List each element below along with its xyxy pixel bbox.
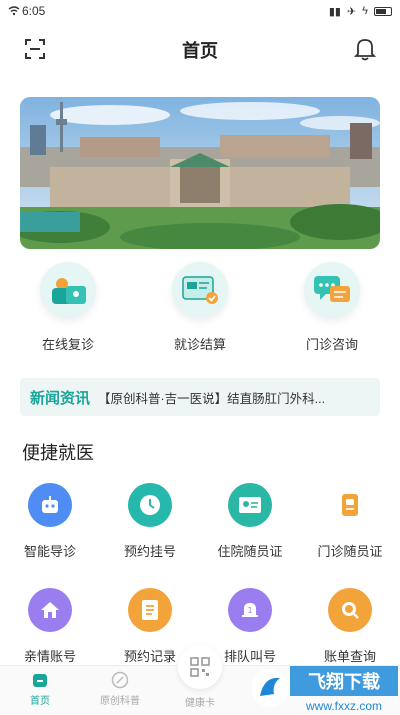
service-smart-triage[interactable]: 智能导诊	[0, 483, 100, 560]
tab-label: 首页	[30, 696, 50, 707]
bell-queue-icon: 1	[228, 588, 272, 632]
charge-icon: ϟ	[362, 5, 368, 17]
chat-bubble-icon	[304, 262, 360, 318]
news-tag: 新闻资讯	[30, 389, 91, 407]
news-ticker[interactable]: 新闻资讯 【原创科普·吉一医说】结直肠肛门外科...	[20, 378, 380, 416]
service-appointment[interactable]: 预约挂号	[100, 483, 200, 560]
tab-health-card[interactable]: 健康卡	[160, 692, 240, 709]
svg-text:1: 1	[247, 606, 252, 615]
quick-service-settlement[interactable]: 就诊结算	[145, 262, 255, 353]
quick-services: 在线复诊 就诊结算 门诊咨询	[0, 262, 400, 362]
service-label: 智能导诊	[23, 544, 76, 559]
video-consult-icon	[40, 262, 96, 318]
service-outpatient-escort-pass[interactable]: 门诊随员证	[300, 483, 400, 560]
news-headline[interactable]: 【原创科普·吉一医说】结直肠肛门外科...	[98, 388, 325, 407]
tab-label: 健康卡	[185, 698, 215, 709]
campus-aerial-photo	[20, 97, 380, 249]
quick-service-label: 在线复诊	[41, 337, 94, 352]
watermark-url: www.fxxz.com	[305, 699, 382, 713]
service-label: 亲情账号	[23, 649, 76, 664]
service-label: 预约记录	[123, 649, 176, 664]
service-inpatient-escort-pass[interactable]: 住院随员证	[200, 483, 300, 560]
qr-icon	[190, 657, 210, 677]
quick-service-online-revisit[interactable]: 在线复诊	[13, 262, 123, 353]
service-bill-inquiry[interactable]: 账单查询	[300, 588, 400, 665]
list-icon	[128, 588, 172, 632]
section-title: 便捷就医	[22, 443, 94, 463]
home-icon	[28, 588, 72, 632]
page-title: 首页	[182, 41, 218, 61]
watermark-title: 飞翔下载	[308, 671, 380, 692]
wifi-icon	[8, 6, 20, 16]
watermark: 飞翔下载 www.fxxz.com	[250, 658, 400, 715]
service-family-account[interactable]: 亲情账号	[0, 588, 100, 665]
status-right: ▮▮ ✈ ϟ	[329, 5, 392, 18]
health-card-button[interactable]	[178, 645, 222, 689]
status-time: 6:05	[22, 4, 46, 18]
status-bar: 6:05 ▮▮ ✈ ϟ	[0, 0, 400, 22]
status-left: 6:05	[8, 4, 45, 18]
tab-label: 原创科普	[100, 696, 140, 707]
home-tab-icon	[33, 674, 47, 687]
service-label: 住院随员证	[217, 544, 283, 559]
quick-service-outpatient-consult[interactable]: 门诊咨询	[277, 262, 387, 353]
airplane-icon: ✈	[346, 5, 357, 18]
quick-service-label: 门诊咨询	[305, 337, 358, 352]
signal-icon: ▮▮	[328, 5, 341, 18]
notification-button[interactable]	[353, 37, 377, 61]
bill-card-icon	[172, 262, 228, 318]
robot-icon	[28, 483, 72, 527]
tab-science[interactable]: 原创科普	[80, 670, 160, 707]
scan-icon	[25, 39, 45, 59]
navigation-bar: 首页	[0, 28, 400, 72]
service-label: 预约挂号	[123, 544, 176, 559]
clock-icon	[128, 483, 172, 527]
bell-icon	[353, 39, 377, 61]
tab-home[interactable]: 首页	[0, 670, 80, 707]
id-card-icon	[228, 483, 272, 527]
quick-service-label: 就诊结算	[173, 337, 226, 352]
scan-button[interactable]	[24, 38, 46, 60]
banner-carousel[interactable]	[20, 97, 380, 249]
battery-icon	[374, 6, 392, 16]
compass-icon	[111, 671, 129, 689]
service-label: 门诊随员证	[317, 544, 383, 559]
search-icon	[328, 588, 372, 632]
badge-icon	[328, 483, 372, 527]
